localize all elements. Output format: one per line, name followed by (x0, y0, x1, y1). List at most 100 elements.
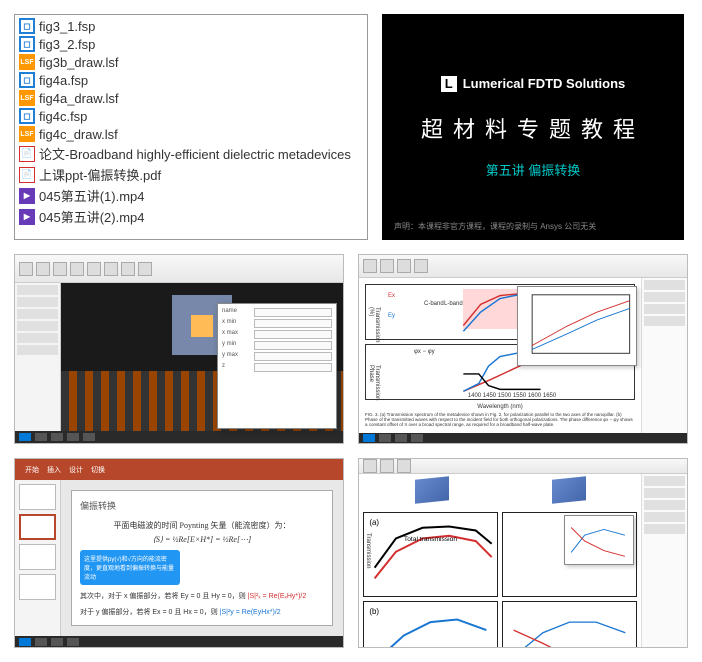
poynting-formula: ⟨S⟩ = ½Re[E×H*] = ½Re[⋯] (80, 535, 324, 544)
file-list: ◻fig3_1.fsp ◻fig3_2.fsp LSFfig3b_draw.ls… (14, 14, 368, 240)
toolbar-button[interactable] (53, 262, 67, 276)
file-name: fig4a.fsp (39, 73, 88, 88)
fdtd-toolbar (15, 255, 343, 283)
title-slide: L Lumerical FDTD Solutions 超材料专题教程 第五讲 偏… (382, 14, 684, 240)
phi-diff: φx − φy (414, 349, 435, 355)
file-name: fig4c.fsp (39, 109, 87, 124)
formula-header: 平面电磁波的时间 Poynting 矢量（能流密度）为： (80, 520, 324, 531)
ppt-ribbon[interactable]: 开始插入设计切换 (15, 459, 343, 480)
dialog-field[interactable] (254, 330, 332, 339)
paper-page[interactable]: (a) Total transmission Transmission (359, 474, 641, 648)
file-item[interactable]: 📄论文-Broadband highly-efficient dielectri… (19, 143, 363, 164)
chart-4c (502, 512, 637, 597)
file-item[interactable]: ◻ fig4c.fsp (19, 107, 363, 125)
file-name: fig3_2.fsp (39, 37, 95, 52)
ylabel: Transmission Phase (368, 365, 380, 400)
file-item[interactable]: ◻fig3_2.fsp (19, 35, 363, 53)
start-button[interactable] (19, 433, 31, 441)
windows-taskbar[interactable] (15, 431, 343, 443)
chart-4d: Wavelength, nm (502, 601, 637, 648)
slide-canvas[interactable]: 偏振转换 平面电磁波的时间 Poynting 矢量（能流密度）为： ⟨S⟩ = … (61, 480, 343, 636)
brand-text: Lumerical FDTD Solutions (463, 76, 626, 91)
svg-text:(a): (a) (369, 518, 379, 527)
screenshot-pdf-fig3: Transmission (%) (a) Ex Ey C-band L-band (358, 254, 688, 444)
toolbar-button[interactable] (363, 459, 377, 473)
file-name: 论文-Broadband highly-efficient dielectric… (39, 144, 351, 163)
toolbar-button[interactable] (19, 262, 33, 276)
file-item[interactable]: ◻ fig4a.fsp (19, 71, 363, 89)
figure-window[interactable] (517, 286, 637, 366)
slide-title-main: 超材料专题教程 (421, 112, 645, 144)
file-item[interactable]: LSFfig3b_draw.lsf (19, 53, 363, 71)
file-item[interactable]: LSFfig4a_draw.lsf (19, 89, 363, 107)
dialog-field[interactable] (254, 341, 332, 350)
fsp-icon: ◻ (19, 18, 35, 34)
ppt-tab[interactable]: 开始 (21, 465, 43, 475)
fsp-icon: ◻ (19, 72, 35, 88)
paper-page[interactable]: Transmission (%) (a) Ex Ey C-band L-band (359, 278, 641, 434)
slide-thumb[interactable] (19, 574, 56, 600)
svg-text:Total transmission: Total transmission (404, 536, 457, 543)
eq-y: |S|²y = Re(EyHx*)/2 (220, 609, 281, 616)
toolbar-button[interactable] (121, 262, 135, 276)
device-schematics (363, 478, 637, 508)
lsf-icon: LSF (19, 90, 35, 106)
simulation-viewport[interactable]: name x min x max y min y max z (61, 283, 343, 431)
fig3-caption: FIG. 3. (a) Transmission spectrum of the… (365, 412, 635, 428)
windows-taskbar[interactable] (359, 433, 687, 443)
pdf-icon: 📄 (19, 146, 35, 162)
slide-thumb[interactable] (19, 514, 56, 540)
ppt-tab[interactable]: 切换 (87, 465, 109, 475)
ppt-tab[interactable]: 设计 (65, 465, 87, 475)
fsp-icon: ◻ (19, 108, 35, 124)
file-item[interactable]: ◻fig3_1.fsp (19, 17, 363, 35)
slide-thumb[interactable] (19, 544, 56, 570)
toolbar-button[interactable] (36, 262, 50, 276)
file-item[interactable]: LSFfig4c_draw.lsf (19, 125, 363, 143)
pdf-toolbar (359, 459, 687, 474)
slide-thumbnails[interactable] (15, 480, 61, 636)
eq-x: |S|²ₓ = Re(EₓHy*)/2 (248, 593, 307, 600)
figure-window[interactable] (564, 515, 634, 565)
file-item[interactable]: ▶045第五讲(1).mp4 (19, 185, 363, 206)
monitor-dialog[interactable]: name x min x max y min y max z (217, 303, 337, 429)
toolbar-button[interactable] (87, 262, 101, 276)
toolbar-button[interactable] (414, 259, 428, 273)
toolbar-button[interactable] (104, 262, 118, 276)
file-name: 上课ppt-偏振转换.pdf (39, 165, 161, 184)
ppt-tab[interactable]: 插入 (43, 465, 65, 475)
dialog-field[interactable] (254, 308, 332, 317)
mp4-icon: ▶ (19, 209, 35, 225)
pdf-icon: 📄 (19, 167, 35, 183)
dialog-field[interactable] (254, 319, 332, 328)
toolbar-button[interactable] (70, 262, 84, 276)
toolbar-button[interactable] (380, 259, 394, 273)
current-slide: 偏振转换 平面电磁波的时间 Poynting 矢量（能流密度）为： ⟨S⟩ = … (71, 490, 333, 626)
object-tree[interactable] (15, 283, 61, 431)
toolbar-button[interactable] (363, 259, 377, 273)
lsf-icon: LSF (19, 54, 35, 70)
pdf-sidebar[interactable] (641, 474, 687, 648)
toolbar-button[interactable] (380, 459, 394, 473)
toolbar-button[interactable] (397, 459, 411, 473)
slide-thumb[interactable] (19, 484, 56, 510)
pdf-sidebar[interactable] (641, 278, 687, 434)
brand-row: L Lumerical FDTD Solutions (441, 76, 626, 92)
file-item[interactable]: ▶045第五讲(2).mp4 (19, 206, 363, 227)
toolbar-button[interactable] (397, 259, 411, 273)
dialog-field[interactable] (254, 352, 332, 361)
disclaimer: 声明：本课程非官方课程，课程的录制与 Ansys 公司无关 (394, 221, 596, 232)
info-callout: 这里提供py(√)和√方向的能流密度，更直观地看到偏振转换与能量流动 (80, 550, 180, 585)
toolbar-button[interactable] (138, 262, 152, 276)
file-name: 045第五讲(1).mp4 (39, 186, 144, 205)
windows-taskbar[interactable] (15, 636, 343, 647)
file-name: 045第五讲(2).mp4 (39, 207, 144, 226)
schematic-b (552, 476, 586, 504)
sim-nanopillar (191, 315, 213, 337)
lsf-icon: LSF (19, 126, 35, 142)
slide-title-sub: 第五讲 偏振转换 (486, 160, 581, 179)
dialog-field[interactable] (254, 363, 332, 372)
xticks: 1400 1450 1500 1550 1600 1650 (396, 393, 628, 399)
slide-heading: 偏振转换 (80, 499, 324, 512)
file-item[interactable]: 📄上课ppt-偏振转换.pdf (19, 164, 363, 185)
